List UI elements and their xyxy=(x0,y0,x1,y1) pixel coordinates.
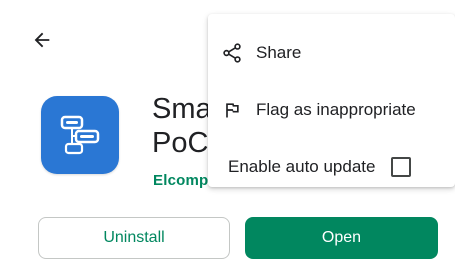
menu-item-flag[interactable]: Flag as inappropriate xyxy=(208,81,455,138)
open-button[interactable]: Open xyxy=(245,217,438,259)
menu-item-label: Enable auto update xyxy=(228,156,376,176)
app-logo-icon xyxy=(41,96,119,174)
auto-update-checkbox[interactable] xyxy=(391,156,412,177)
back-button[interactable] xyxy=(22,22,62,62)
menu-item-label: Share xyxy=(256,42,302,62)
overflow-menu: Share Flag as inappropriate Enable auto … xyxy=(208,14,455,187)
menu-item-label: Flag as inappropriate xyxy=(256,99,416,119)
flag-icon xyxy=(220,98,244,122)
menu-item-auto-update[interactable]: Enable auto update xyxy=(208,138,455,195)
app-title: Sma PoC xyxy=(152,93,212,159)
arrow-left-icon xyxy=(31,29,53,56)
menu-item-share[interactable]: Share xyxy=(208,24,455,81)
developer-link[interactable]: Elcomp xyxy=(153,172,208,189)
uninstall-button[interactable]: Uninstall xyxy=(38,217,230,259)
share-icon xyxy=(220,41,244,65)
app-details-screen: Sma PoC Elcomp Uninstall Open Share Flag… xyxy=(0,0,455,280)
